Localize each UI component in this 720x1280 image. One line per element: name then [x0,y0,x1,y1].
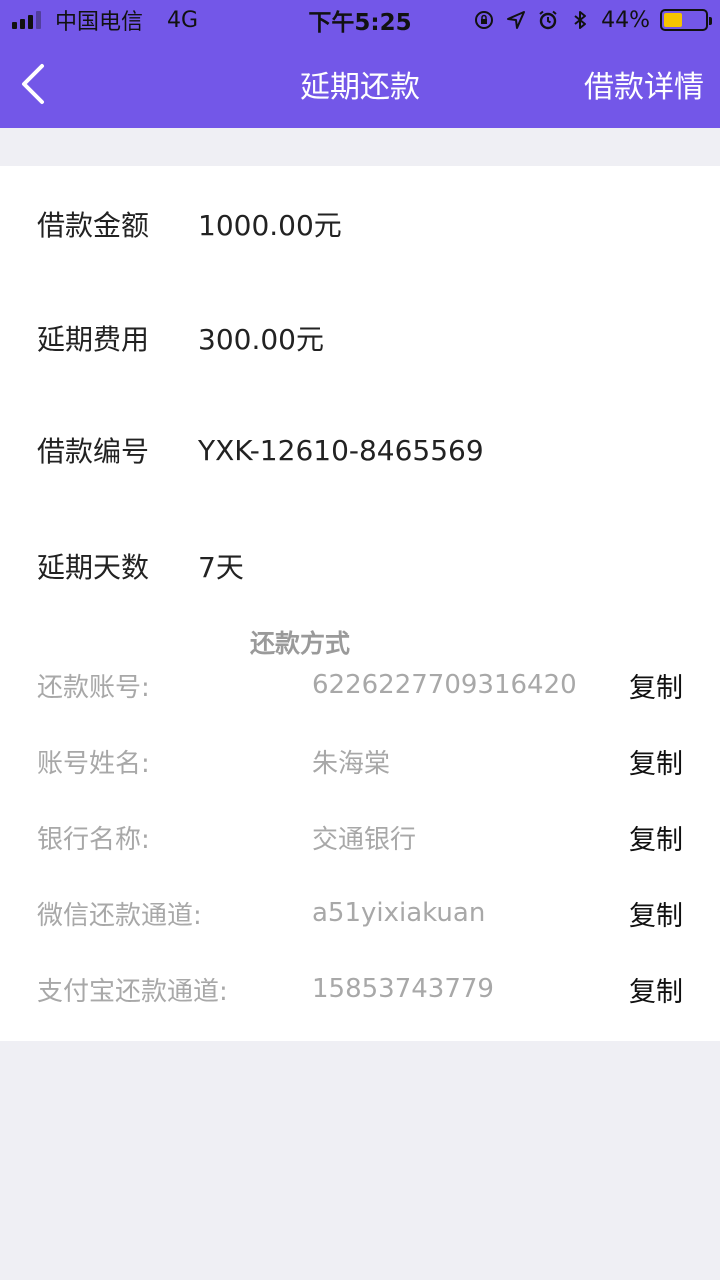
info-label: 延期天数 [37,551,150,584]
info-label: 延期费用 [37,323,150,356]
payment-label: 还款账号: [37,672,150,703]
loan-details-button[interactable]: 借款详情 [584,40,704,128]
copy-button[interactable]: 复制 [629,666,683,705]
copy-button[interactable]: 复制 [629,970,683,1009]
payment-method-title: 还款方式 [250,629,351,658]
info-row-extension-fee: 延期费用 300.00元 [37,318,324,358]
battery-percent: 44% [601,7,650,33]
info-row-extension-days: 延期天数 7天 [37,546,244,586]
info-label: 借款编号 [37,435,150,468]
payment-row-alipay: 支付宝还款通道: 15853743779 复制 [37,969,683,1009]
copy-button[interactable]: 复制 [629,894,683,933]
info-value: 300.00元 [198,323,324,356]
info-label: 借款金额 [37,209,150,242]
payment-label: 微信还款通道: [37,900,202,931]
payment-row-account-name: 账号姓名: 朱海棠 复制 [37,741,683,781]
payment-label: 银行名称: [37,824,150,855]
payment-value: 朱海棠 [312,748,391,779]
info-value: YXK-12610-8465569 [198,433,484,467]
bluetooth-icon [574,11,587,29]
alarm-icon [539,10,557,30]
copy-button[interactable]: 复制 [629,818,683,857]
battery-icon [660,9,712,31]
info-value: 7天 [198,551,244,584]
payment-value: 6226227709316420 [312,670,577,700]
location-icon [507,11,526,29]
payment-row-account-number: 还款账号: 6226227709316420 复制 [37,665,683,705]
rotation-lock-icon [475,11,494,29]
info-row-loan-number: 借款编号 YXK-12610-8465569 [37,430,484,470]
info-row-loan-amount: 借款金额 1000.00元 [37,204,342,244]
copy-button[interactable]: 复制 [629,742,683,781]
payment-label: 支付宝还款通道: [37,976,228,1007]
payment-value: 交通银行 [312,824,417,855]
payment-row-wechat: 微信还款通道: a51yixiakuan 复制 [37,893,683,933]
payment-label: 账号姓名: [37,748,150,779]
payment-row-bank-name: 银行名称: 交通银行 复制 [37,817,683,857]
info-value: 1000.00元 [198,209,342,242]
payment-value: 15853743779 [312,974,494,1004]
nav-bar: 延期还款 借款详情 [0,40,720,128]
content-card: 借款金额 1000.00元 延期费用 300.00元 借款编号 YXK-1261… [0,166,720,1041]
status-right: 44% [473,0,712,40]
payment-value: a51yixiakuan [312,898,486,928]
status-bar: 中国电信 4G 下午5:25 44% [0,0,720,40]
